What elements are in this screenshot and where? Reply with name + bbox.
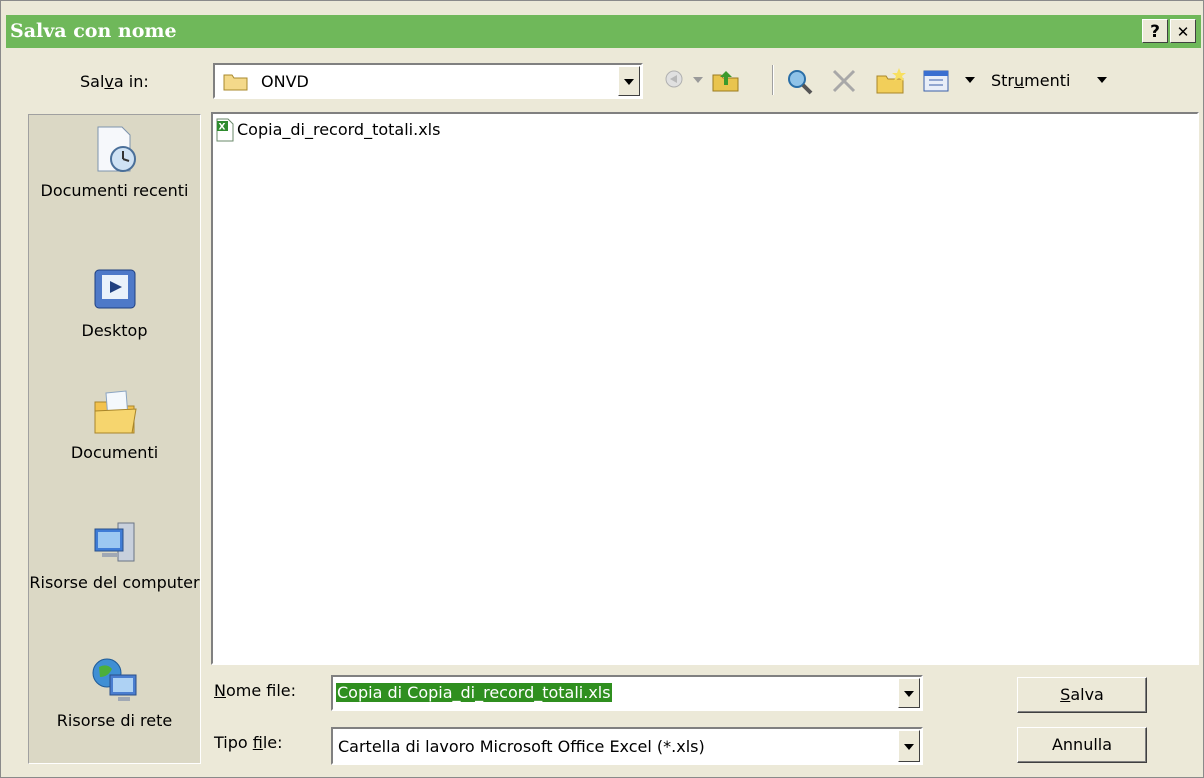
toolbar-separator [772,65,774,95]
place-label: Desktop [81,321,148,340]
place-label: Risorse di rete [56,711,173,730]
filename-label: Nome file: [214,681,297,700]
window-title: Salva con nome [10,20,177,42]
up-folder-icon[interactable] [711,67,741,93]
filetype-value: Cartella di lavoro Microsoft Office Exce… [338,737,705,756]
views-dropdown-icon[interactable] [965,77,975,83]
location-value: ONVD [261,72,309,91]
close-button[interactable]: ✕ [1170,19,1196,43]
save-button[interactable]: Salva [1017,677,1147,713]
place-label: Documenti [70,443,159,462]
title-bar: Salva con nome ? ✕ [6,15,1201,48]
place-desktop[interactable]: Desktop [29,265,200,340]
place-recent-documents[interactable]: Documenti recenti [29,125,200,200]
views-icon[interactable] [921,67,951,95]
place-label: Risorse del computer [29,573,200,592]
cancel-button[interactable]: Annulla [1017,727,1147,763]
my-computer-icon [90,517,140,567]
filename-value: Copia di Copia_di_record_totali.xls [336,683,612,702]
chevron-down-icon [904,744,914,750]
save-as-dialog: Salva con nome ? ✕ Salva in: ONVD Strume… [0,0,1204,778]
file-list[interactable]: X Copia_di_record_totali.xls [211,112,1199,665]
excel-file-icon: X [216,118,234,142]
search-web-icon[interactable] [785,67,815,95]
network-places-icon [90,655,140,705]
filetype-dropdown-button[interactable] [898,730,920,762]
place-label: Documenti recenti [40,181,189,200]
new-folder-icon[interactable] [875,67,907,95]
location-dropdown-button[interactable] [618,66,640,96]
desktop-icon [90,265,140,315]
place-my-documents[interactable]: Documenti [29,387,200,462]
tools-menu[interactable]: Strumenti [991,71,1070,90]
back-dropdown-icon[interactable] [693,77,703,83]
file-name: Copia_di_record_totali.xls [237,120,441,139]
filename-dropdown-button[interactable] [898,678,920,708]
filetype-label: Tipo file: [214,733,283,752]
chevron-down-icon [904,691,914,697]
recent-documents-icon [90,125,140,175]
place-my-computer[interactable]: Risorse del computer [29,517,200,592]
svg-text:X: X [219,123,226,133]
place-network[interactable]: Risorse di rete [29,655,200,730]
delete-icon[interactable] [830,67,858,95]
help-button[interactable]: ? [1142,19,1168,43]
back-icon[interactable] [661,67,687,91]
my-documents-icon [90,387,140,437]
tools-dropdown-icon[interactable] [1097,77,1107,83]
chevron-down-icon [624,79,634,85]
filetype-select[interactable]: Cartella di lavoro Microsoft Office Exce… [331,727,923,765]
location-label: Salva in: [80,72,149,91]
location-combo[interactable]: ONVD [213,63,643,99]
places-bar: Documenti recenti Desktop Documenti Riso… [28,114,201,764]
filename-input[interactable]: Copia di Copia_di_record_totali.xls [331,675,923,711]
folder-icon [223,74,248,91]
